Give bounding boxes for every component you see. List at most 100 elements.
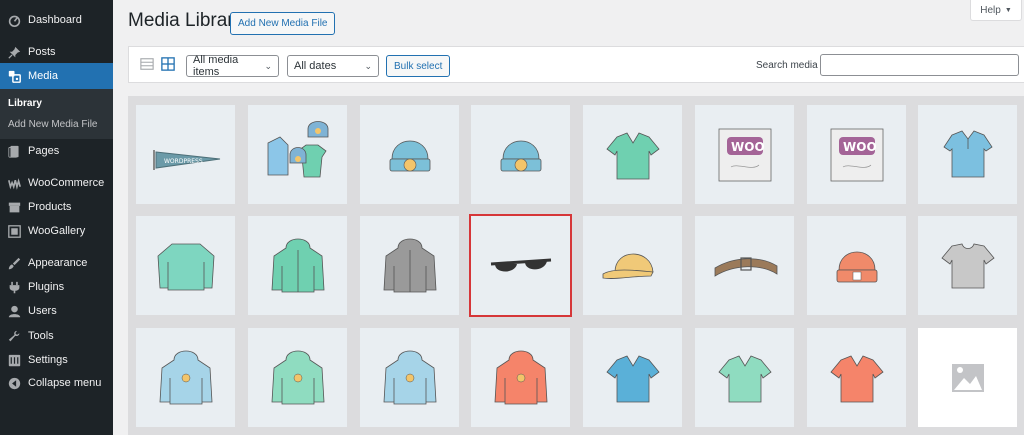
svg-text:WOO: WOO xyxy=(843,140,877,154)
page-icon xyxy=(3,145,25,158)
collapse-icon xyxy=(3,377,25,390)
media-type-filter[interactable]: All media items ⌄ xyxy=(186,54,279,78)
media-attachment-vneck[interactable] xyxy=(583,328,682,427)
media-type-filter-value: All media items xyxy=(193,54,239,78)
sidebar-item-woocommerce[interactable]: WooCommerce xyxy=(0,170,113,196)
thumbnail-image xyxy=(605,355,660,402)
thumbnail-image: WORDPRESS xyxy=(152,149,220,170)
thumbnail-image: WOO xyxy=(830,128,883,181)
sidebar-item-label: Tools xyxy=(28,330,54,342)
media-attachment-beanie[interactable] xyxy=(360,105,459,204)
media-attachment-cap[interactable] xyxy=(583,216,682,315)
thumbnail-image xyxy=(605,132,660,179)
chevron-down-icon: ⌄ xyxy=(364,60,372,71)
sidebar-item-label: WooCommerce xyxy=(28,177,105,189)
media-toolbar: All media items ⌄ All dates ⌄ Bulk selec… xyxy=(128,46,1024,83)
media-attachment-vneck[interactable] xyxy=(807,328,906,427)
grid-view-icon[interactable] xyxy=(160,56,176,72)
help-button[interactable]: Help ▼ xyxy=(970,0,1022,21)
thumbnail-image xyxy=(383,238,436,292)
sidebar-item-media[interactable]: Media xyxy=(0,63,113,89)
svg-text:WOO: WOO xyxy=(731,140,765,154)
thumbnail-image xyxy=(714,256,777,277)
sidebar-item-woogallery[interactable]: WooGallery xyxy=(0,218,113,244)
chevron-down-icon: ▼ xyxy=(1004,6,1012,14)
chevron-down-icon: ⌄ xyxy=(264,60,272,71)
pin-icon xyxy=(3,46,25,59)
gallery-icon xyxy=(3,224,25,238)
sidebar-item-posts[interactable]: Posts xyxy=(0,39,113,65)
thumbnail-image xyxy=(500,140,541,171)
sidebar-item-dashboard[interactable]: Dashboard xyxy=(0,7,113,33)
media-attachment-belt[interactable] xyxy=(695,216,794,315)
media-grid: WORDPRESS WOO WOO xyxy=(128,96,1024,435)
settings-icon xyxy=(3,354,25,367)
thumbnail-image xyxy=(271,238,324,292)
media-attachment-pennant[interactable]: WORDPRESS xyxy=(136,105,235,204)
sidebar-item-appearance[interactable]: Appearance xyxy=(0,250,113,276)
bulk-select-button[interactable]: Bulk select xyxy=(386,55,451,77)
admin-sidebar: Library Add New Media File Dashboard Post… xyxy=(0,0,113,435)
sidebar-item-label: Collapse menu xyxy=(28,377,102,389)
thumbnail-image xyxy=(940,243,995,288)
media-attachment-beanie-red[interactable] xyxy=(807,216,906,315)
media-attachment-hoodie-logo[interactable] xyxy=(136,328,235,427)
search-input[interactable] xyxy=(820,54,1019,76)
sidebar-item-label: Dashboard xyxy=(28,14,82,26)
media-attachment-beanie[interactable] xyxy=(471,105,570,204)
sidebar-item-products[interactable]: Products xyxy=(0,194,113,220)
media-attachment-woo-album[interactable]: WOO xyxy=(807,105,906,204)
media-icon xyxy=(3,70,25,83)
thumbnail-image: WOO xyxy=(718,128,771,181)
user-icon xyxy=(3,305,25,318)
media-submenu: Library Add New Media File xyxy=(0,89,113,139)
thumbnail-image xyxy=(494,350,547,404)
date-filter[interactable]: All dates ⌄ xyxy=(287,55,379,77)
media-attachment-sunglasses[interactable] xyxy=(469,214,572,317)
thumbnail-image xyxy=(836,251,877,282)
sidebar-item-tools[interactable]: Tools xyxy=(0,323,113,349)
thumbnail-image xyxy=(271,350,324,404)
sidebar-item-users[interactable]: Users xyxy=(0,298,113,324)
page-title: Media Library xyxy=(128,10,244,31)
media-attachment-hoodie[interactable] xyxy=(360,216,459,315)
thumbnail-image xyxy=(717,355,772,402)
dashboard-icon xyxy=(3,14,25,27)
thumbnail-image xyxy=(267,120,328,177)
sidebar-item-label: Appearance xyxy=(28,257,88,269)
media-attachment-polo[interactable] xyxy=(918,105,1017,204)
sidebar-item-label: Pages xyxy=(28,145,60,157)
submenu-item-add-new[interactable]: Add New Media File xyxy=(8,119,97,130)
thumbnail-image xyxy=(490,258,551,271)
media-attachment-hoodie-logo[interactable] xyxy=(471,328,570,427)
media-attachment-hoodie-zip[interactable] xyxy=(248,216,347,315)
sidebar-item-label: Users xyxy=(28,305,57,317)
thumbnail-image xyxy=(159,350,212,404)
thumbnail-image xyxy=(389,140,430,171)
media-attachment-tshirt[interactable] xyxy=(918,216,1017,315)
media-attachment-woo-single[interactable]: WOO xyxy=(695,105,794,204)
sidebar-item-label: Settings xyxy=(28,354,68,366)
list-view-icon[interactable] xyxy=(139,56,155,72)
sidebar-item-label: Products xyxy=(28,201,72,213)
media-attachment-longsleeve[interactable] xyxy=(136,216,235,315)
media-attachment-hoodie-logo[interactable] xyxy=(360,328,459,427)
woo-icon xyxy=(3,177,25,190)
sidebar-item-plugins[interactable]: Plugins xyxy=(0,274,113,300)
sidebar-item-label: Posts xyxy=(28,46,56,58)
add-new-media-button[interactable]: Add New Media File xyxy=(230,12,336,35)
media-attachment-placeholder[interactable] xyxy=(918,328,1017,427)
media-attachment-vneck[interactable] xyxy=(695,328,794,427)
media-attachment-bundle[interactable] xyxy=(248,105,347,204)
media-attachment-vneck[interactable] xyxy=(583,105,682,204)
sidebar-item-label: Media xyxy=(28,70,58,82)
submenu-item-library[interactable]: Library xyxy=(8,98,42,109)
thumbnail-image xyxy=(927,337,1008,418)
media-attachment-hoodie-logo[interactable] xyxy=(248,328,347,427)
svg-text:WORDPRESS: WORDPRESS xyxy=(164,158,203,165)
help-label: Help xyxy=(980,4,1001,16)
brush-icon xyxy=(3,257,25,270)
sidebar-item-collapse-menu[interactable]: Collapse menu xyxy=(0,370,113,396)
sidebar-item-pages[interactable]: Pages xyxy=(0,138,113,164)
wrench-icon xyxy=(3,330,25,343)
